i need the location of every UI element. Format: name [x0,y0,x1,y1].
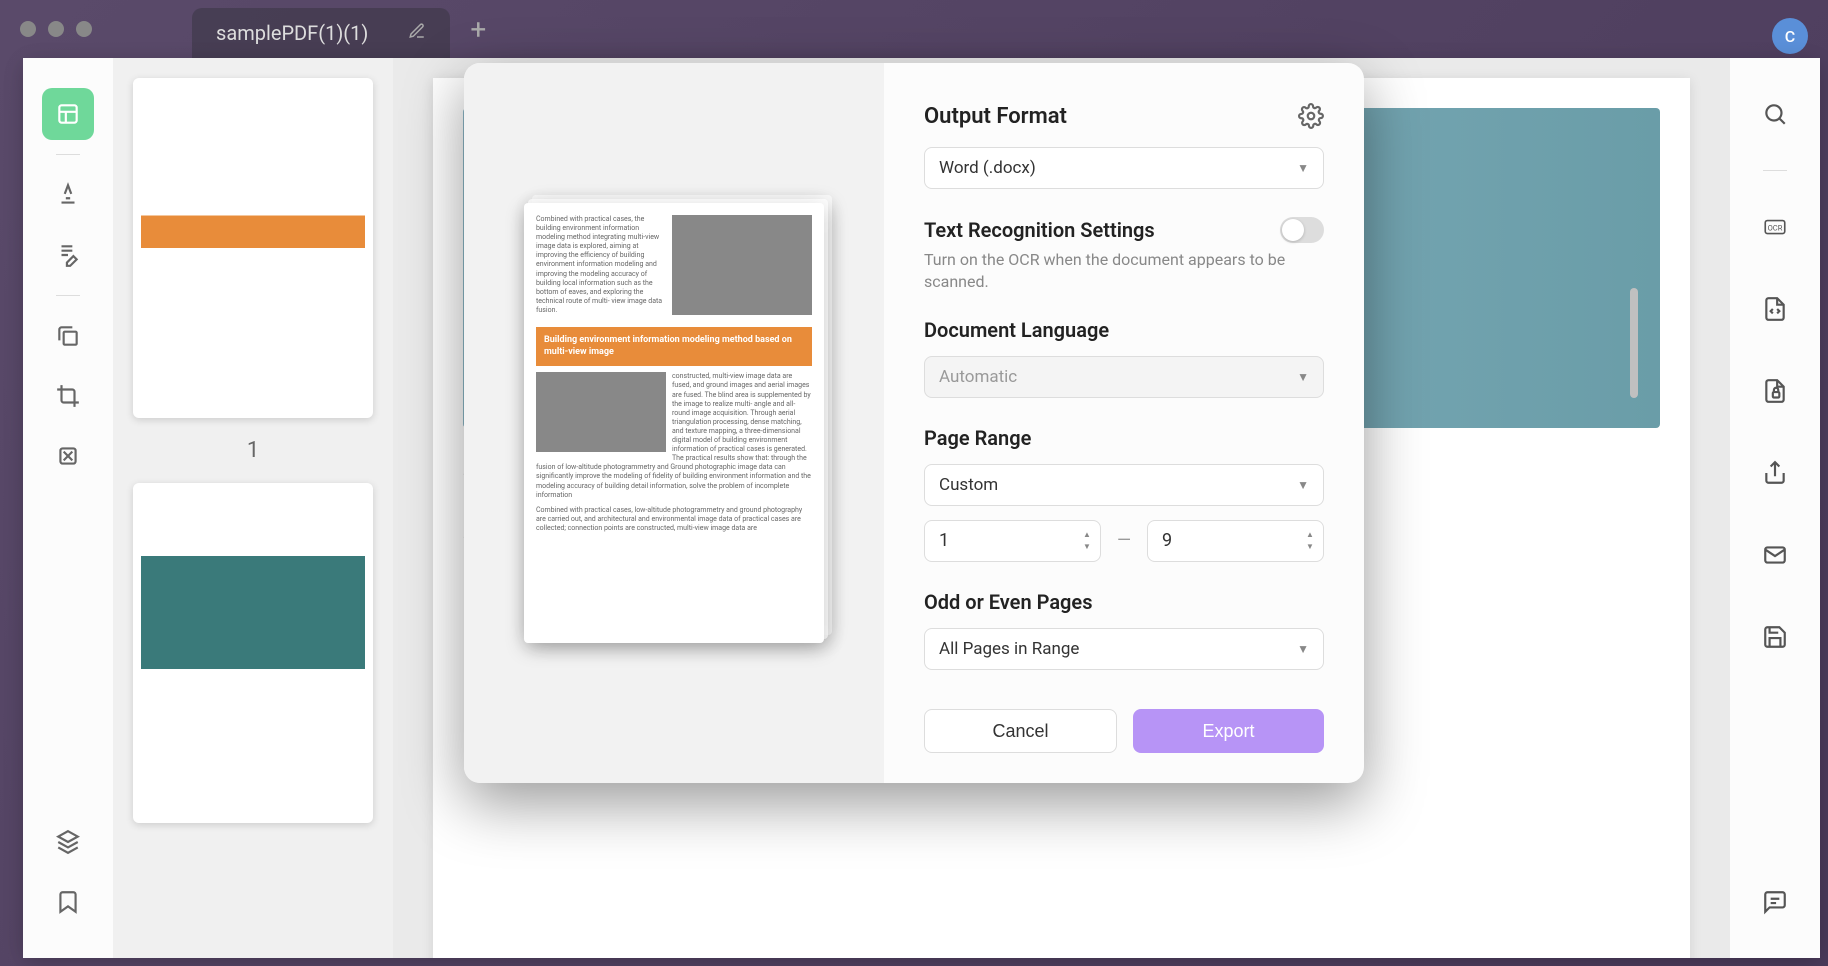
export-modal: Combined with practical cases, the build… [464,63,1364,783]
app-content: 1 s a position, color, and s falling on … [23,58,1820,958]
page-from-input[interactable]: 1 ▲ ▼ [924,520,1101,562]
odd-even-label: Odd or Even Pages [924,590,1324,614]
modal-backdrop: Combined with practical cases, the build… [6,33,1822,958]
stepper-down-icon[interactable]: ▼ [1303,542,1317,552]
chevron-down-icon: ▼ [1297,478,1309,492]
text-recognition-label: Text Recognition Settings [924,218,1155,242]
output-format-label: Output Format [924,104,1067,129]
export-form: Output Format Word (.docx) ▼ Text Recogn… [884,63,1364,783]
settings-icon[interactable] [1298,103,1324,129]
export-button[interactable]: Export [1133,709,1324,753]
ocr-helper-text: Turn on the OCR when the document appear… [924,249,1324,294]
chevron-down-icon: ▼ [1297,642,1309,656]
stepper-down-icon[interactable]: ▼ [1080,542,1094,552]
preview-page-stack: Combined with practical cases, the build… [524,203,824,643]
export-preview-pane: Combined with practical cases, the build… [464,63,884,783]
output-format-select[interactable]: Word (.docx) ▼ [924,147,1324,189]
chevron-down-icon: ▼ [1297,161,1309,175]
page-range-label: Page Range [924,426,1324,450]
preview-title-band: Building environment information modelin… [536,327,812,366]
document-language-label: Document Language [924,318,1324,342]
stepper-up-icon[interactable]: ▲ [1080,530,1094,540]
chevron-down-icon: ▼ [1297,370,1309,384]
range-separator: — [1117,530,1131,551]
document-language-select: Automatic ▼ [924,356,1324,398]
ocr-toggle[interactable] [1280,217,1324,243]
cancel-button[interactable]: Cancel [924,709,1117,753]
page-range-mode-select[interactable]: Custom ▼ [924,464,1324,506]
stepper-up-icon[interactable]: ▲ [1303,530,1317,540]
page-to-input[interactable]: 9 ▲ ▼ [1147,520,1324,562]
odd-even-select[interactable]: All Pages in Range ▼ [924,628,1324,670]
